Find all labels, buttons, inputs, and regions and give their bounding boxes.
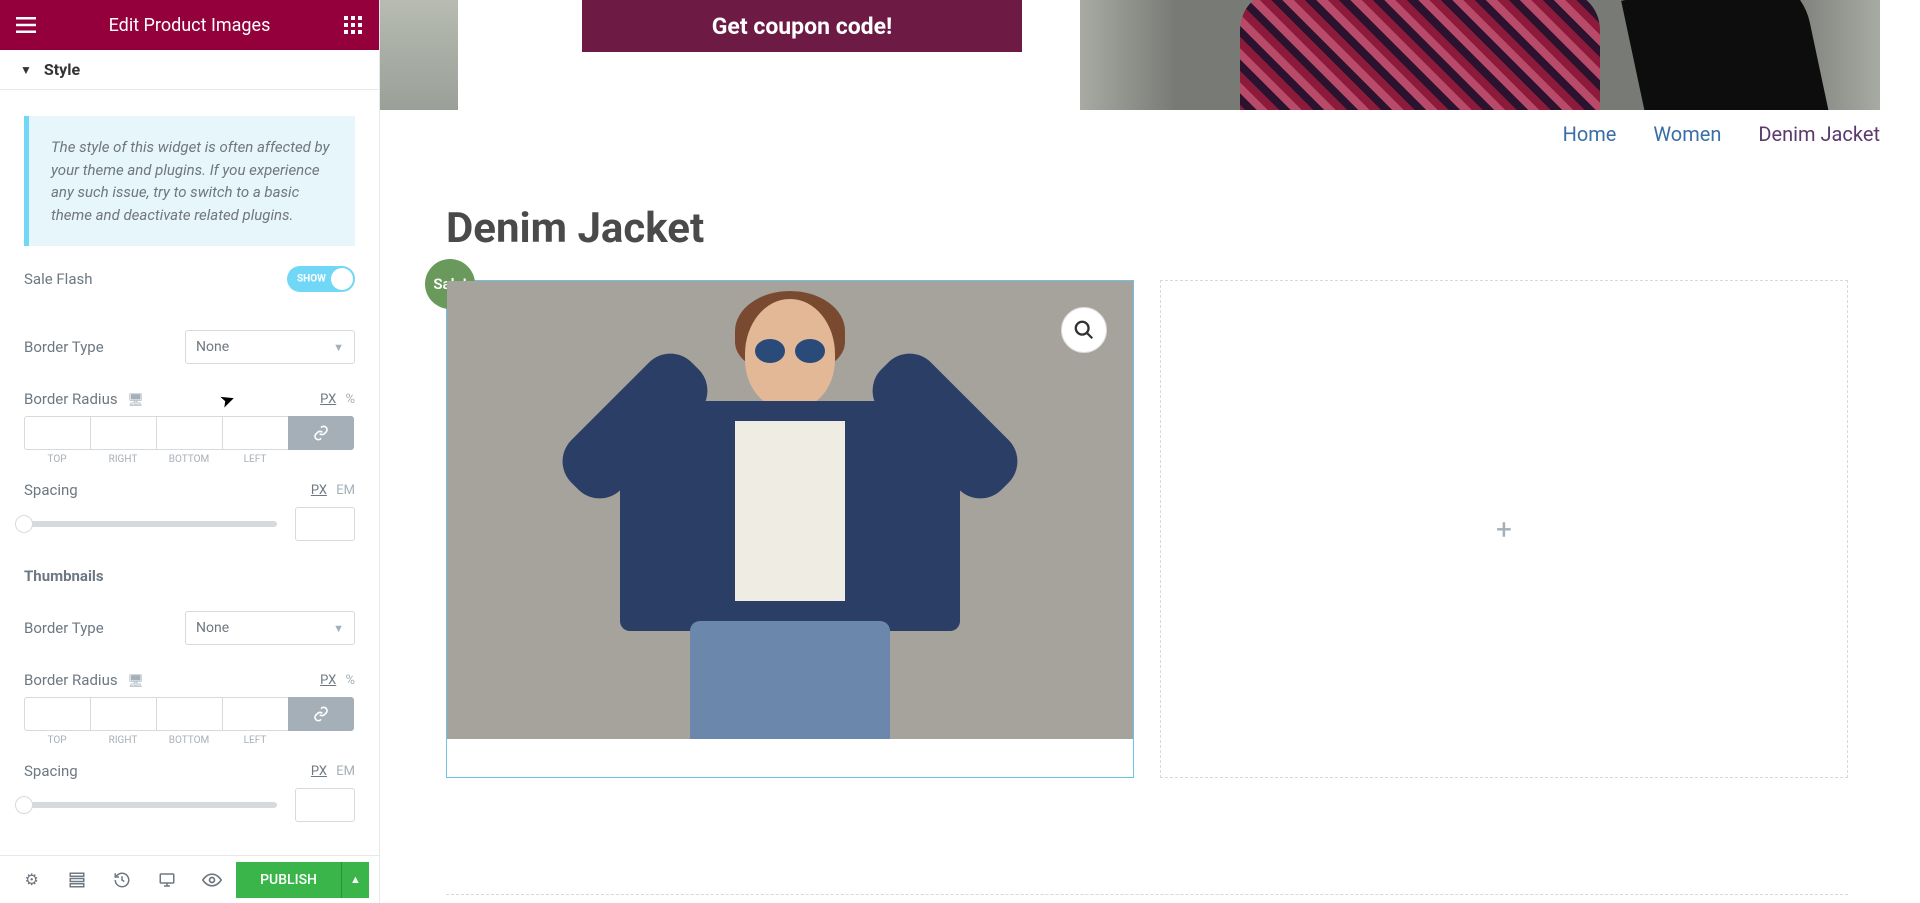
thumb-border-type-select[interactable]: None ▼ [185, 611, 355, 645]
border-radius-inputs [24, 416, 355, 450]
unit-percent[interactable]: % [345, 392, 355, 407]
info-notice: The style of this widget is often affect… [24, 116, 355, 246]
widgets-icon[interactable] [341, 13, 365, 37]
spacing-label: Spacing [24, 481, 78, 499]
thumb-border-radius-inputs [24, 697, 355, 731]
thumb-spacing-slider[interactable] [24, 802, 277, 808]
border-type-select[interactable]: None ▼ [185, 330, 355, 364]
publish-group: PUBLISH ▲ [236, 862, 369, 898]
product-figure [580, 281, 1000, 739]
thumb-border-radius-top[interactable] [24, 697, 90, 731]
coupon-banner[interactable]: Get coupon code! [582, 0, 1022, 52]
unit-em[interactable]: EM [336, 764, 355, 779]
section-style-header[interactable]: ▼ Style [0, 50, 379, 90]
sale-flash-toggle[interactable]: SHOW [287, 266, 355, 292]
unit-px[interactable]: PX [320, 673, 336, 688]
caret-down-icon: ▼ [20, 63, 32, 77]
border-type-row: Border Type None ▼ [24, 302, 355, 374]
panel-title: Edit Product Images [109, 15, 271, 36]
product-images-widget[interactable]: Sale! [446, 280, 1134, 778]
chevron-down-icon: ▼ [333, 622, 344, 635]
unit-px[interactable]: PX [320, 392, 336, 407]
spacing-input[interactable] [295, 507, 355, 541]
border-radius-dim-labels: TOP RIGHT BOTTOM LEFT [24, 454, 355, 465]
thumbnails-title: Thumbnails [24, 541, 355, 591]
spacing-units: PX EM [305, 483, 355, 498]
history-icon[interactable] [100, 856, 143, 903]
thumb-spacing-units: PX EM [305, 764, 355, 779]
toggle-text: SHOW [297, 274, 326, 285]
settings-icon[interactable]: ⚙ [10, 856, 53, 903]
menu-icon[interactable] [14, 13, 38, 37]
border-radius-top[interactable] [24, 416, 90, 450]
spacing-slider-row [24, 507, 355, 541]
thumb-border-radius-dim-labels: TOP RIGHT BOTTOM LEFT [24, 735, 355, 746]
chevron-down-icon: ▼ [333, 341, 344, 354]
panel-scroll[interactable]: The style of this widget is often affect… [0, 90, 379, 855]
publish-dropdown[interactable]: ▲ [341, 862, 369, 898]
preview-icon[interactable] [191, 856, 234, 903]
desktop-icon[interactable]: 🖥 [127, 393, 144, 408]
border-type-value: None [196, 339, 229, 355]
thumb-spacing-slider-row [24, 788, 355, 822]
spacing-slider[interactable] [24, 521, 277, 527]
border-radius-bottom[interactable] [156, 416, 222, 450]
toggle-knob [331, 268, 353, 290]
publish-button[interactable]: PUBLISH [236, 862, 341, 898]
unit-em[interactable]: EM [336, 483, 355, 498]
link-values-button[interactable] [288, 416, 354, 450]
section-placeholder[interactable] [446, 894, 1848, 900]
thumb-border-type-value: None [196, 620, 229, 636]
thumb-border-radius-header: Border Radius 🖥 PX % [24, 655, 355, 697]
sale-flash-row: Sale Flash SHOW [24, 246, 355, 302]
thumb-border-type-row: Border Type None ▼ [24, 591, 355, 655]
border-radius-units: PX % [314, 392, 355, 407]
thumb-border-radius-left[interactable] [222, 697, 288, 731]
border-radius-label: Border Radius 🖥 [24, 390, 144, 408]
border-type-label: Border Type [24, 338, 104, 356]
breadcrumb: Home Women Denim Jacket [380, 122, 1880, 146]
breadcrumb-current: Denim Jacket [1758, 122, 1880, 146]
add-widget-placeholder[interactable]: + [1160, 280, 1848, 778]
panel-footer: ⚙ PUBLISH ▲ [0, 855, 379, 903]
spacing-header: Spacing PX EM [24, 465, 355, 507]
border-radius-right[interactable] [90, 416, 156, 450]
hero-image-left [380, 0, 458, 110]
slider-thumb[interactable] [15, 796, 33, 814]
navigator-icon[interactable] [55, 856, 98, 903]
panel-header: Edit Product Images [0, 0, 379, 50]
editor-panel: Edit Product Images ▼ Style The style of… [0, 0, 380, 903]
thumb-border-type-label: Border Type [24, 619, 104, 637]
responsive-icon[interactable] [146, 856, 189, 903]
slider-thumb[interactable] [15, 515, 33, 533]
plus-icon: + [1496, 513, 1512, 546]
unit-px[interactable]: PX [311, 483, 327, 498]
thumb-spacing-input[interactable] [295, 788, 355, 822]
unit-percent[interactable]: % [345, 673, 355, 688]
link-values-button[interactable] [288, 697, 354, 731]
section-label: Style [44, 60, 80, 79]
border-radius-left[interactable] [222, 416, 288, 450]
unit-px[interactable]: PX [311, 764, 327, 779]
thumb-border-radius-right[interactable] [90, 697, 156, 731]
thumb-border-radius-bottom[interactable] [156, 697, 222, 731]
product-main-image[interactable] [447, 281, 1133, 739]
breadcrumb-home[interactable]: Home [1563, 122, 1617, 146]
thumb-spacing-header: Spacing PX EM [24, 746, 355, 788]
sale-flash-label: Sale Flash [24, 270, 93, 288]
breadcrumb-women[interactable]: Women [1653, 122, 1721, 146]
desktop-icon[interactable]: 🖥 [127, 674, 144, 689]
product-title: Denim Jacket [446, 204, 704, 253]
hero-image-right [1080, 0, 1880, 110]
thumb-border-radius-label: Border Radius 🖥 [24, 671, 144, 689]
border-radius-header: Border Radius 🖥 PX % [24, 374, 355, 416]
thumb-border-radius-units: PX % [314, 673, 355, 688]
zoom-icon[interactable] [1061, 307, 1107, 353]
preview-area: Get coupon code! Home Women Denim Jacket… [380, 0, 1920, 903]
thumb-spacing-label: Spacing [24, 762, 78, 780]
